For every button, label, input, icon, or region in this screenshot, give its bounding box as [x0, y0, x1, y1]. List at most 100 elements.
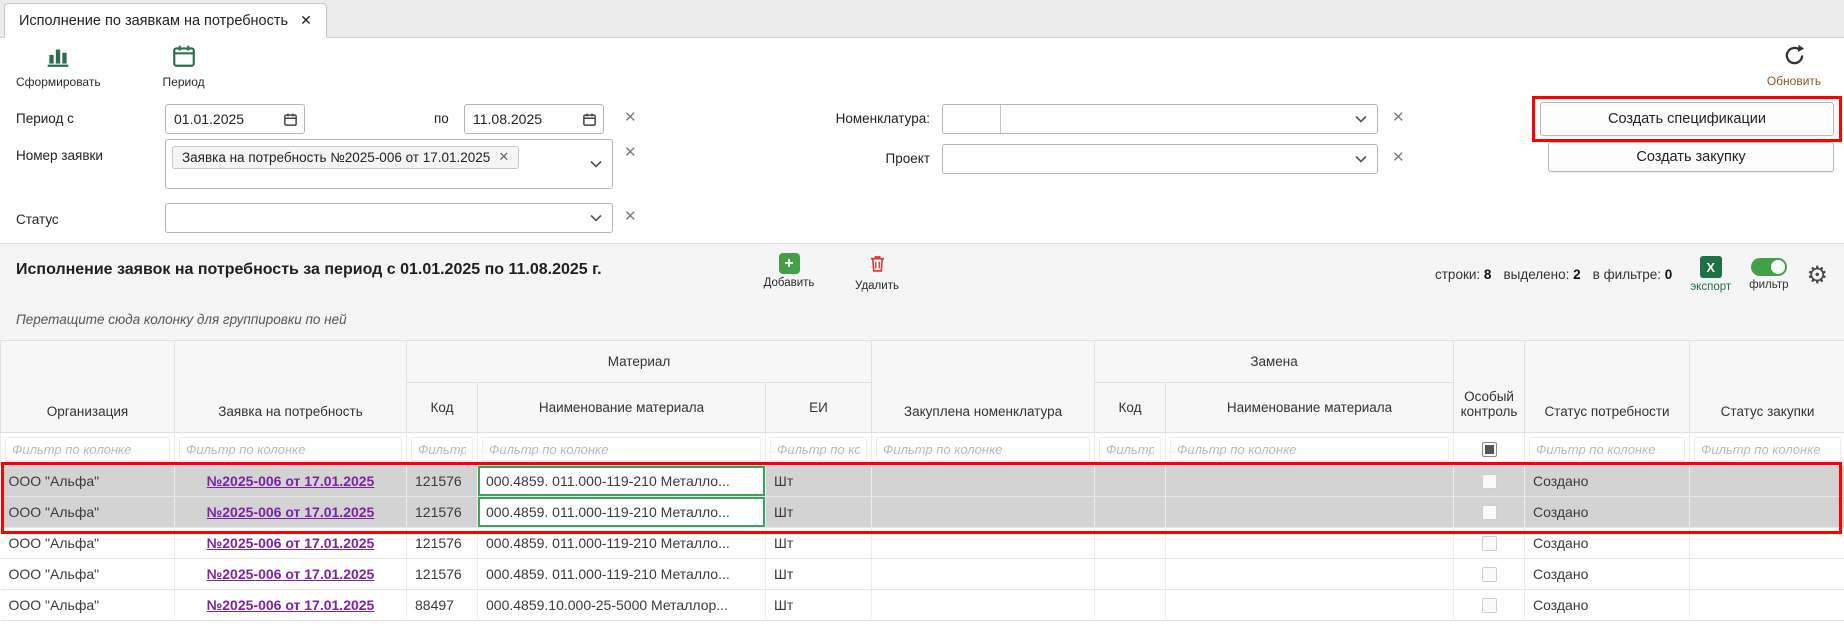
column-header-purchased-nomenclature[interactable]: Закуплена номенклатура	[872, 341, 1095, 433]
band-material: Материал	[407, 341, 872, 383]
cell-code: 121576	[407, 466, 478, 497]
filter-toggle-label: фильтр	[1749, 279, 1788, 291]
table-row[interactable]: ООО "Альфа" №2025-006 от 17.01.2025 1215…	[1, 528, 1844, 559]
filter-toggle[interactable]: фильтр	[1749, 258, 1788, 291]
cell-unit: Шт	[766, 466, 872, 497]
date-picker-icon[interactable]	[582, 112, 597, 127]
period-to-input[interactable]	[473, 111, 565, 127]
column-header-unit[interactable]: ЕИ	[766, 383, 872, 433]
clear-nomenclature-icon[interactable]: ✕	[1392, 110, 1405, 125]
selected-count-stat: выделено: 2	[1503, 267, 1580, 282]
delete-row-button[interactable]: Удалить	[844, 253, 910, 292]
refresh-button[interactable]: Обновить	[1764, 43, 1824, 88]
export-excel-button[interactable]: X экспорт	[1690, 256, 1731, 293]
toggle-switch-icon[interactable]	[1751, 258, 1787, 276]
clear-request-icon[interactable]: ✕	[624, 145, 637, 160]
column-header-replacement-code[interactable]: Код	[1095, 383, 1166, 433]
request-number-multiselect[interactable]: Заявка на потребность №2025-006 от 17.01…	[165, 139, 613, 189]
grid-stats: строки: 8 выделено: 2 в фильтре: 0	[1435, 267, 1672, 282]
status-select[interactable]	[165, 203, 613, 233]
table-row[interactable]: ООО "Альфа" №2025-006 от 17.01.2025 1215…	[1, 559, 1844, 590]
clear-period-icon[interactable]: ✕	[624, 110, 637, 125]
column-header-purchase-status[interactable]: Статус закупки	[1690, 341, 1844, 433]
request-link[interactable]: №2025-006 от 17.01.2025	[207, 504, 375, 520]
column-filter-input[interactable]	[179, 437, 402, 461]
column-filter-input[interactable]	[1099, 437, 1161, 461]
cell-need-status: Создано	[1525, 466, 1690, 497]
table-row[interactable]: ООО "Альфа" №2025-006 от 17.01.2025 1215…	[1, 466, 1844, 497]
table-row[interactable]: ООО "Альфа" №2025-006 от 17.01.2025 1215…	[1, 497, 1844, 528]
rows-count-stat: строки: 8	[1435, 267, 1491, 282]
period-button[interactable]: Период	[145, 43, 223, 89]
gear-icon[interactable]: ⚙	[1806, 263, 1828, 287]
column-filter-input[interactable]	[5, 437, 170, 461]
create-specifications-button[interactable]: Создать спецификации	[1540, 102, 1834, 136]
request-link[interactable]: №2025-006 от 17.01.2025	[207, 597, 375, 613]
create-purchase-button[interactable]: Создать закупку	[1548, 142, 1834, 172]
column-header-replacement-material-name[interactable]: Наименование материала	[1166, 383, 1454, 433]
cell-request: №2025-006 от 17.01.2025	[175, 590, 407, 621]
cell-organization: ООО "Альфа"	[1, 559, 175, 590]
special-control-filter-checkbox[interactable]	[1482, 442, 1497, 457]
table-row[interactable]: ООО "Альфа" №2025-006 от 17.01.2025 8849…	[1, 590, 1844, 621]
refresh-icon	[1782, 43, 1807, 71]
generate-label: Сформировать	[16, 75, 101, 89]
request-link[interactable]: №2025-006 от 17.01.2025	[207, 566, 375, 582]
cell-need-status: Создано	[1525, 497, 1690, 528]
cell-special-control	[1454, 559, 1525, 590]
column-header-organization[interactable]: Организация	[1, 341, 175, 433]
add-label: Добавить	[764, 277, 815, 289]
chevron-down-icon[interactable]	[590, 160, 602, 168]
app-window: Исполнение по заявкам на потребность ✕ С…	[0, 0, 1844, 626]
clear-status-icon[interactable]: ✕	[624, 209, 637, 224]
special-control-checkbox[interactable]	[1482, 505, 1497, 520]
tab-execution-requests[interactable]: Исполнение по заявкам на потребность ✕	[4, 3, 327, 38]
grid-right-cluster: строки: 8 выделено: 2 в фильтре: 0 X экс…	[1435, 256, 1828, 293]
request-link[interactable]: №2025-006 от 17.01.2025	[207, 535, 375, 551]
column-filter-input[interactable]	[1694, 437, 1841, 461]
column-filter-input[interactable]	[1170, 437, 1449, 461]
chevron-down-icon[interactable]	[590, 214, 602, 222]
column-filter-input[interactable]	[411, 437, 473, 461]
tab-close-icon[interactable]: ✕	[300, 13, 312, 29]
remove-tag-icon[interactable]: ✕	[498, 150, 509, 165]
nomenclature-combo[interactable]	[942, 104, 1378, 134]
cell-code: 121576	[407, 559, 478, 590]
special-control-checkbox[interactable]	[1482, 474, 1497, 489]
period-from-input[interactable]	[174, 111, 266, 127]
refresh-label: Обновить	[1767, 74, 1821, 88]
add-row-button[interactable]: + Добавить	[756, 253, 822, 289]
status-label: Статус	[16, 212, 59, 227]
special-control-checkbox[interactable]	[1482, 567, 1497, 582]
date-picker-icon[interactable]	[283, 112, 298, 127]
cell-purchased-empty	[872, 497, 1095, 528]
column-filter-input[interactable]	[876, 437, 1090, 461]
cell-need-status: Создано	[1525, 590, 1690, 621]
trash-icon	[867, 253, 888, 277]
filter-cell-replacement-code	[1095, 433, 1166, 466]
project-select[interactable]	[942, 144, 1378, 174]
special-control-checkbox[interactable]	[1482, 598, 1497, 613]
column-header-code[interactable]: Код	[407, 383, 478, 433]
nomenclature-label: Номенклатура:	[820, 111, 930, 126]
request-number-label: Номер заявки	[16, 148, 103, 163]
request-link[interactable]: №2025-006 от 17.01.2025	[207, 473, 375, 489]
chevron-down-icon[interactable]	[1355, 155, 1367, 163]
cell-replacement-code-empty	[1095, 497, 1166, 528]
column-header-material-name[interactable]: Наименование материала	[478, 383, 766, 433]
nomenclature-code-segment[interactable]	[943, 105, 1001, 133]
column-filter-input[interactable]	[1529, 437, 1685, 461]
column-filter-input[interactable]	[482, 437, 761, 461]
column-header-special-control[interactable]: Особый контроль	[1454, 341, 1525, 433]
cell-replacement-material-empty	[1166, 590, 1454, 621]
column-header-request[interactable]: Заявка на потребность	[175, 341, 407, 433]
special-control-checkbox[interactable]	[1482, 536, 1497, 551]
clear-project-icon[interactable]: ✕	[1392, 150, 1405, 165]
column-filter-input[interactable]	[770, 437, 867, 461]
cell-purchase-status-empty	[1690, 466, 1844, 497]
column-header-need-status[interactable]: Статус потребности	[1525, 341, 1690, 433]
filter-cell-purchased	[872, 433, 1095, 466]
chevron-down-icon[interactable]	[1355, 115, 1367, 123]
cell-code: 88497	[407, 590, 478, 621]
generate-button[interactable]: Сформировать	[16, 43, 101, 89]
